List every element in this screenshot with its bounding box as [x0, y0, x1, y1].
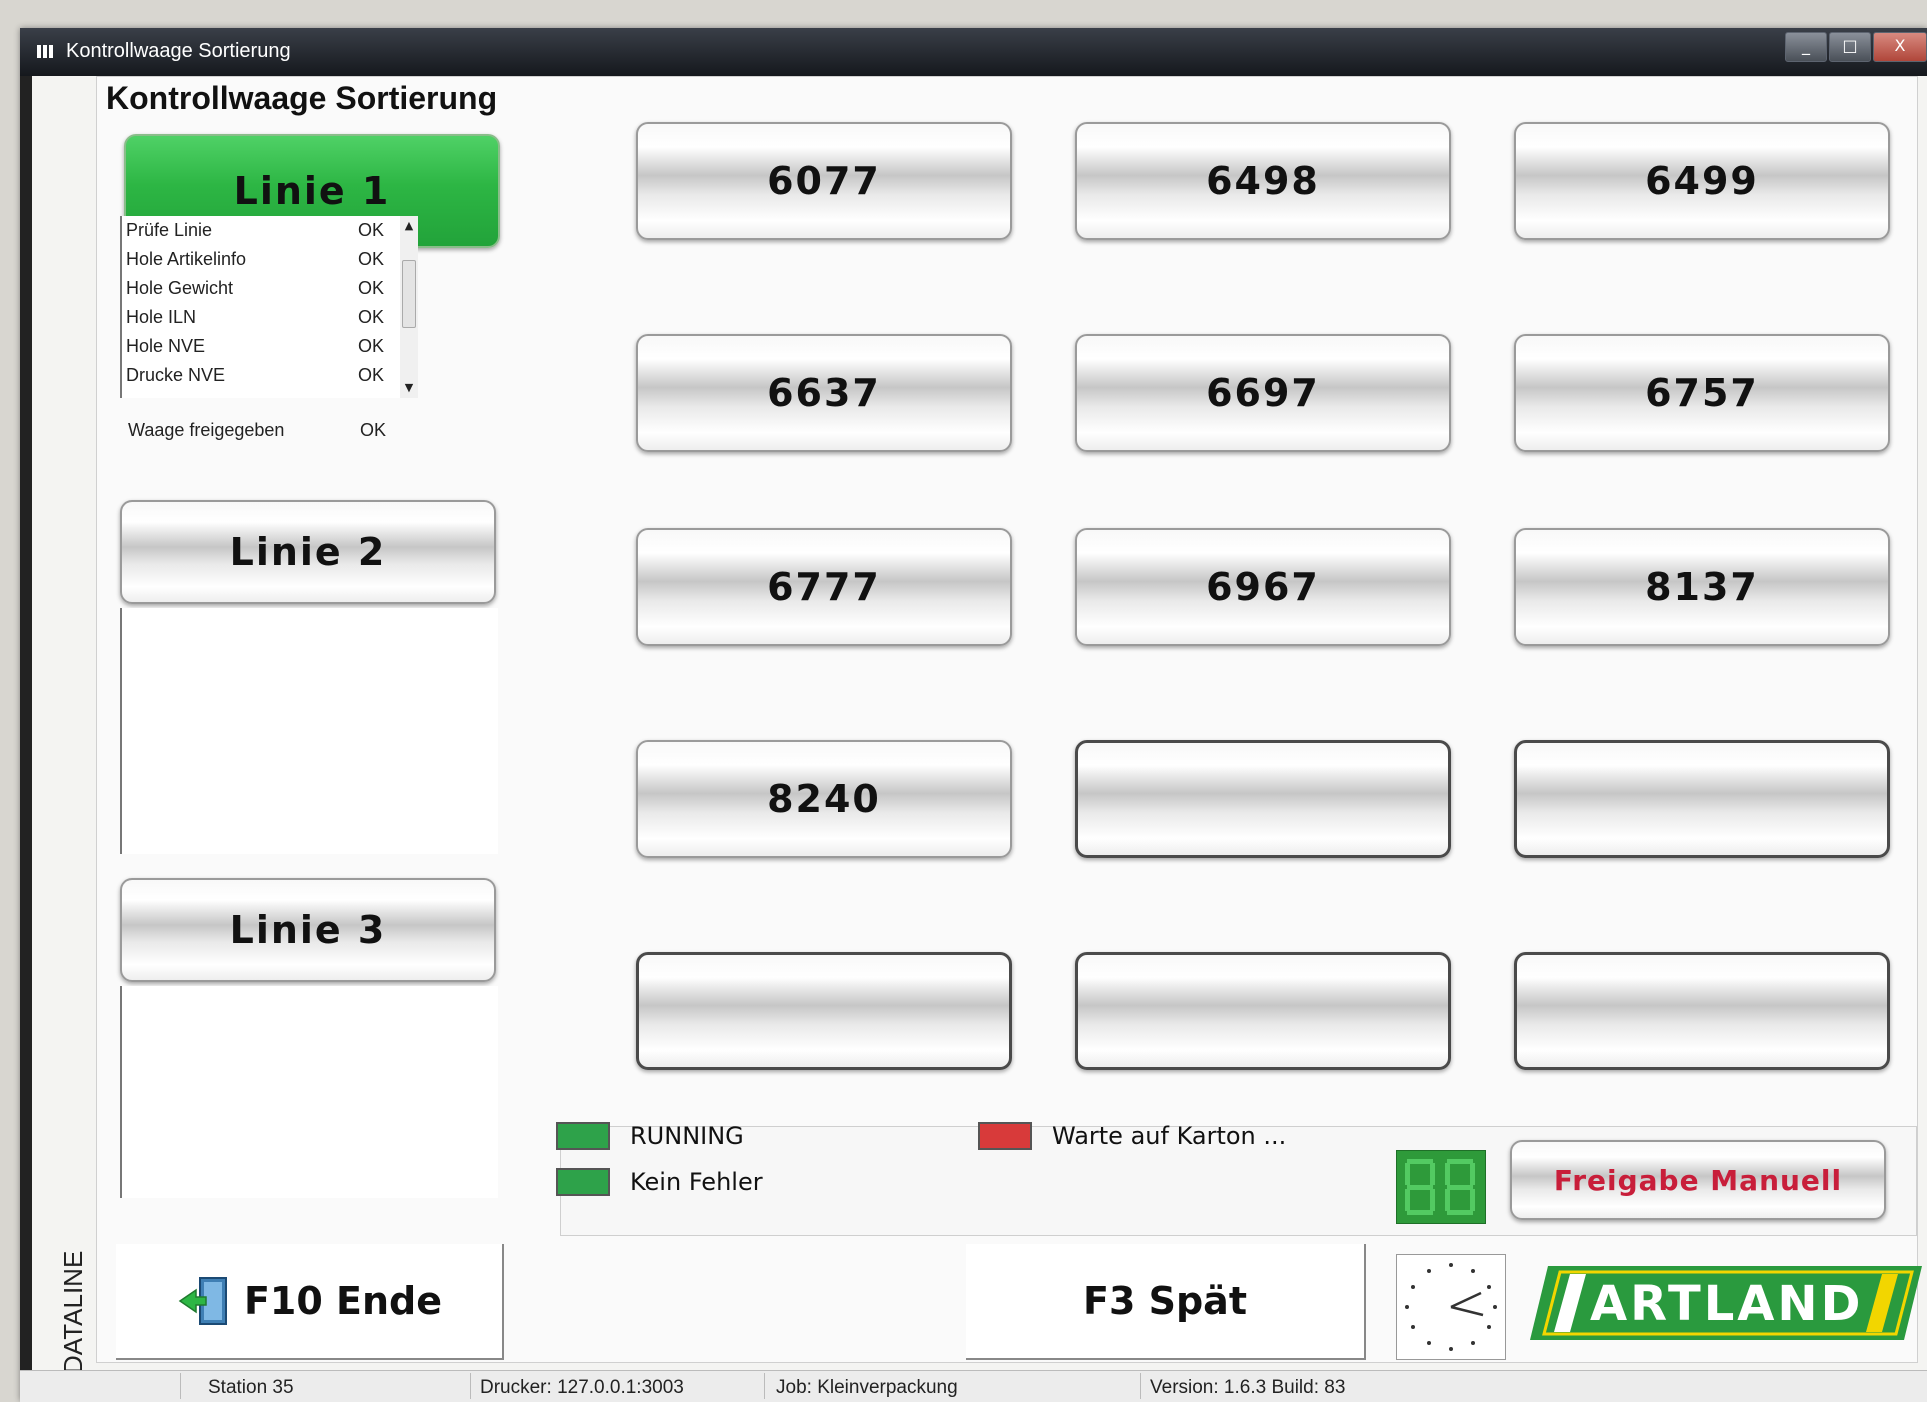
scroll-thumb[interactable]: [402, 260, 416, 328]
line-3-button[interactable]: Linie 3: [120, 878, 496, 982]
no-error-label: Kein Fehler: [630, 1168, 763, 1196]
list-scrollbar[interactable]: ▲ ▼: [400, 216, 418, 398]
clock-icon: [1405, 1263, 1497, 1351]
list-item: Hole Artikelinfo OK: [126, 249, 385, 269]
list-item: Waage freigegeben OK: [128, 420, 387, 440]
empty-article-button[interactable]: [1514, 952, 1890, 1070]
version-label: Version: 1.6.3 Build: 83: [1150, 1377, 1346, 1398]
waiting-indicator: [978, 1122, 1032, 1150]
close-button[interactable]: X: [1873, 32, 1927, 62]
minimize-button[interactable]: _: [1785, 32, 1827, 62]
line-3-status-list: [120, 986, 498, 1198]
end-button-label: F10 Ende: [243, 1279, 443, 1323]
article-button[interactable]: 6077: [636, 122, 1012, 240]
status-bar: Station 35 Drucker: 127.0.0.1:3003 Job: …: [20, 1370, 1927, 1402]
no-error-indicator: [556, 1168, 610, 1196]
exit-door-icon: [178, 1277, 227, 1325]
article-button[interactable]: 8240: [636, 740, 1012, 858]
article-button[interactable]: 6777: [636, 528, 1012, 646]
window-title: Kontrollwaage Sortierung: [66, 40, 291, 62]
left-edge-bar: [20, 76, 32, 1401]
running-indicator: [556, 1122, 610, 1150]
station-label: Station 35: [208, 1377, 294, 1398]
svg-text:ARTLAND: ARTLAND: [1590, 1276, 1863, 1332]
svg-text:DATALINE: DATALINE: [58, 1251, 88, 1374]
scroll-up-arrow-icon[interactable]: ▲: [400, 216, 418, 236]
manual-release-button[interactable]: Freigabe Manuell: [1510, 1140, 1886, 1220]
article-button[interactable]: 6697: [1075, 334, 1451, 452]
list-item: Hole ILN OK: [126, 307, 385, 327]
empty-article-button[interactable]: [1075, 952, 1451, 1070]
empty-article-button[interactable]: [636, 952, 1012, 1070]
window-controls: _ □ X: [1783, 32, 1927, 62]
list-item: Hole NVE OK: [126, 336, 385, 356]
printer-label: Drucker: 127.0.0.1:3003: [480, 1377, 684, 1398]
title-bar: Kontrollwaage Sortierung _ □ X: [20, 28, 1927, 76]
article-button[interactable]: 6499: [1514, 122, 1890, 240]
page-title: Kontrollwaage Sortierung: [106, 80, 498, 116]
article-button[interactable]: 6637: [636, 334, 1012, 452]
app-icon: [37, 45, 53, 58]
line-2-button[interactable]: Linie 2: [120, 500, 496, 604]
article-button[interactable]: 6498: [1075, 122, 1451, 240]
scroll-down-arrow-icon[interactable]: ▼: [400, 378, 418, 398]
list-item: Prüfe Linie OK: [126, 220, 385, 240]
job-label: Job: Kleinverpackung: [776, 1377, 958, 1398]
maximize-button[interactable]: □: [1829, 32, 1871, 62]
article-button[interactable]: 6757: [1514, 334, 1890, 452]
dataline-logo: DATALINE: [58, 1251, 88, 1374]
list-item: Hole Gewicht OK: [126, 278, 385, 298]
empty-article-button[interactable]: [1075, 740, 1451, 858]
line-1-status-list: Prüfe Linie OK Hole Artikelinfo OK Hole Ge…: [120, 216, 418, 398]
list-item: Drucke NVE OK: [126, 365, 385, 385]
article-button[interactable]: 6967: [1075, 528, 1451, 646]
app-window: Kontrollwaage Sortierung _ □ X Kontrollw…: [20, 28, 1927, 1402]
waiting-label: Warte auf Karton ...: [1052, 1122, 1287, 1150]
artland-logo: ARTLAND: [1530, 1266, 1922, 1340]
late-button[interactable]: F3 Spät: [966, 1244, 1366, 1360]
end-button[interactable]: F10 Ende: [116, 1244, 504, 1360]
segment-display-icon: [1396, 1150, 1486, 1224]
clock-widget: [1396, 1254, 1506, 1360]
empty-article-button[interactable]: [1514, 740, 1890, 858]
line-2-status-list: [120, 608, 498, 854]
article-button[interactable]: 8137: [1514, 528, 1890, 646]
running-label: RUNNING: [630, 1122, 744, 1150]
